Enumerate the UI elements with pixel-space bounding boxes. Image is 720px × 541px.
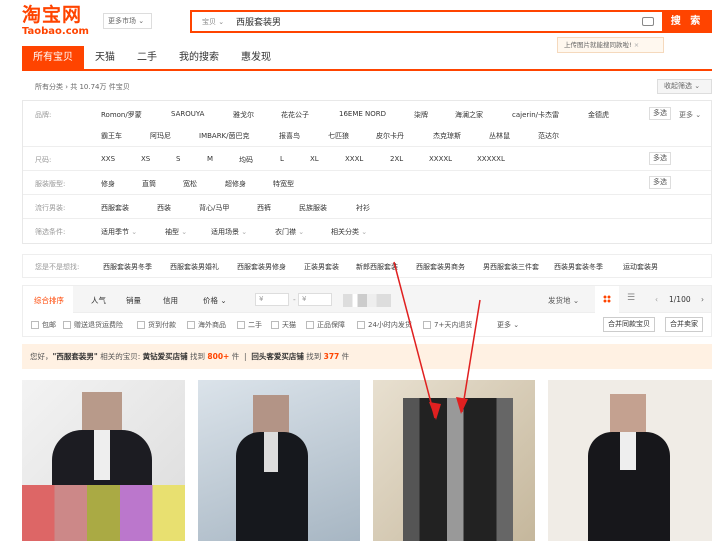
- arrow-head: [429, 402, 441, 420]
- red-arrow: [461, 299, 481, 413]
- red-arrow: [393, 261, 436, 419]
- annotation-arrows: [393, 261, 481, 420]
- arrow-head: [456, 397, 468, 414]
